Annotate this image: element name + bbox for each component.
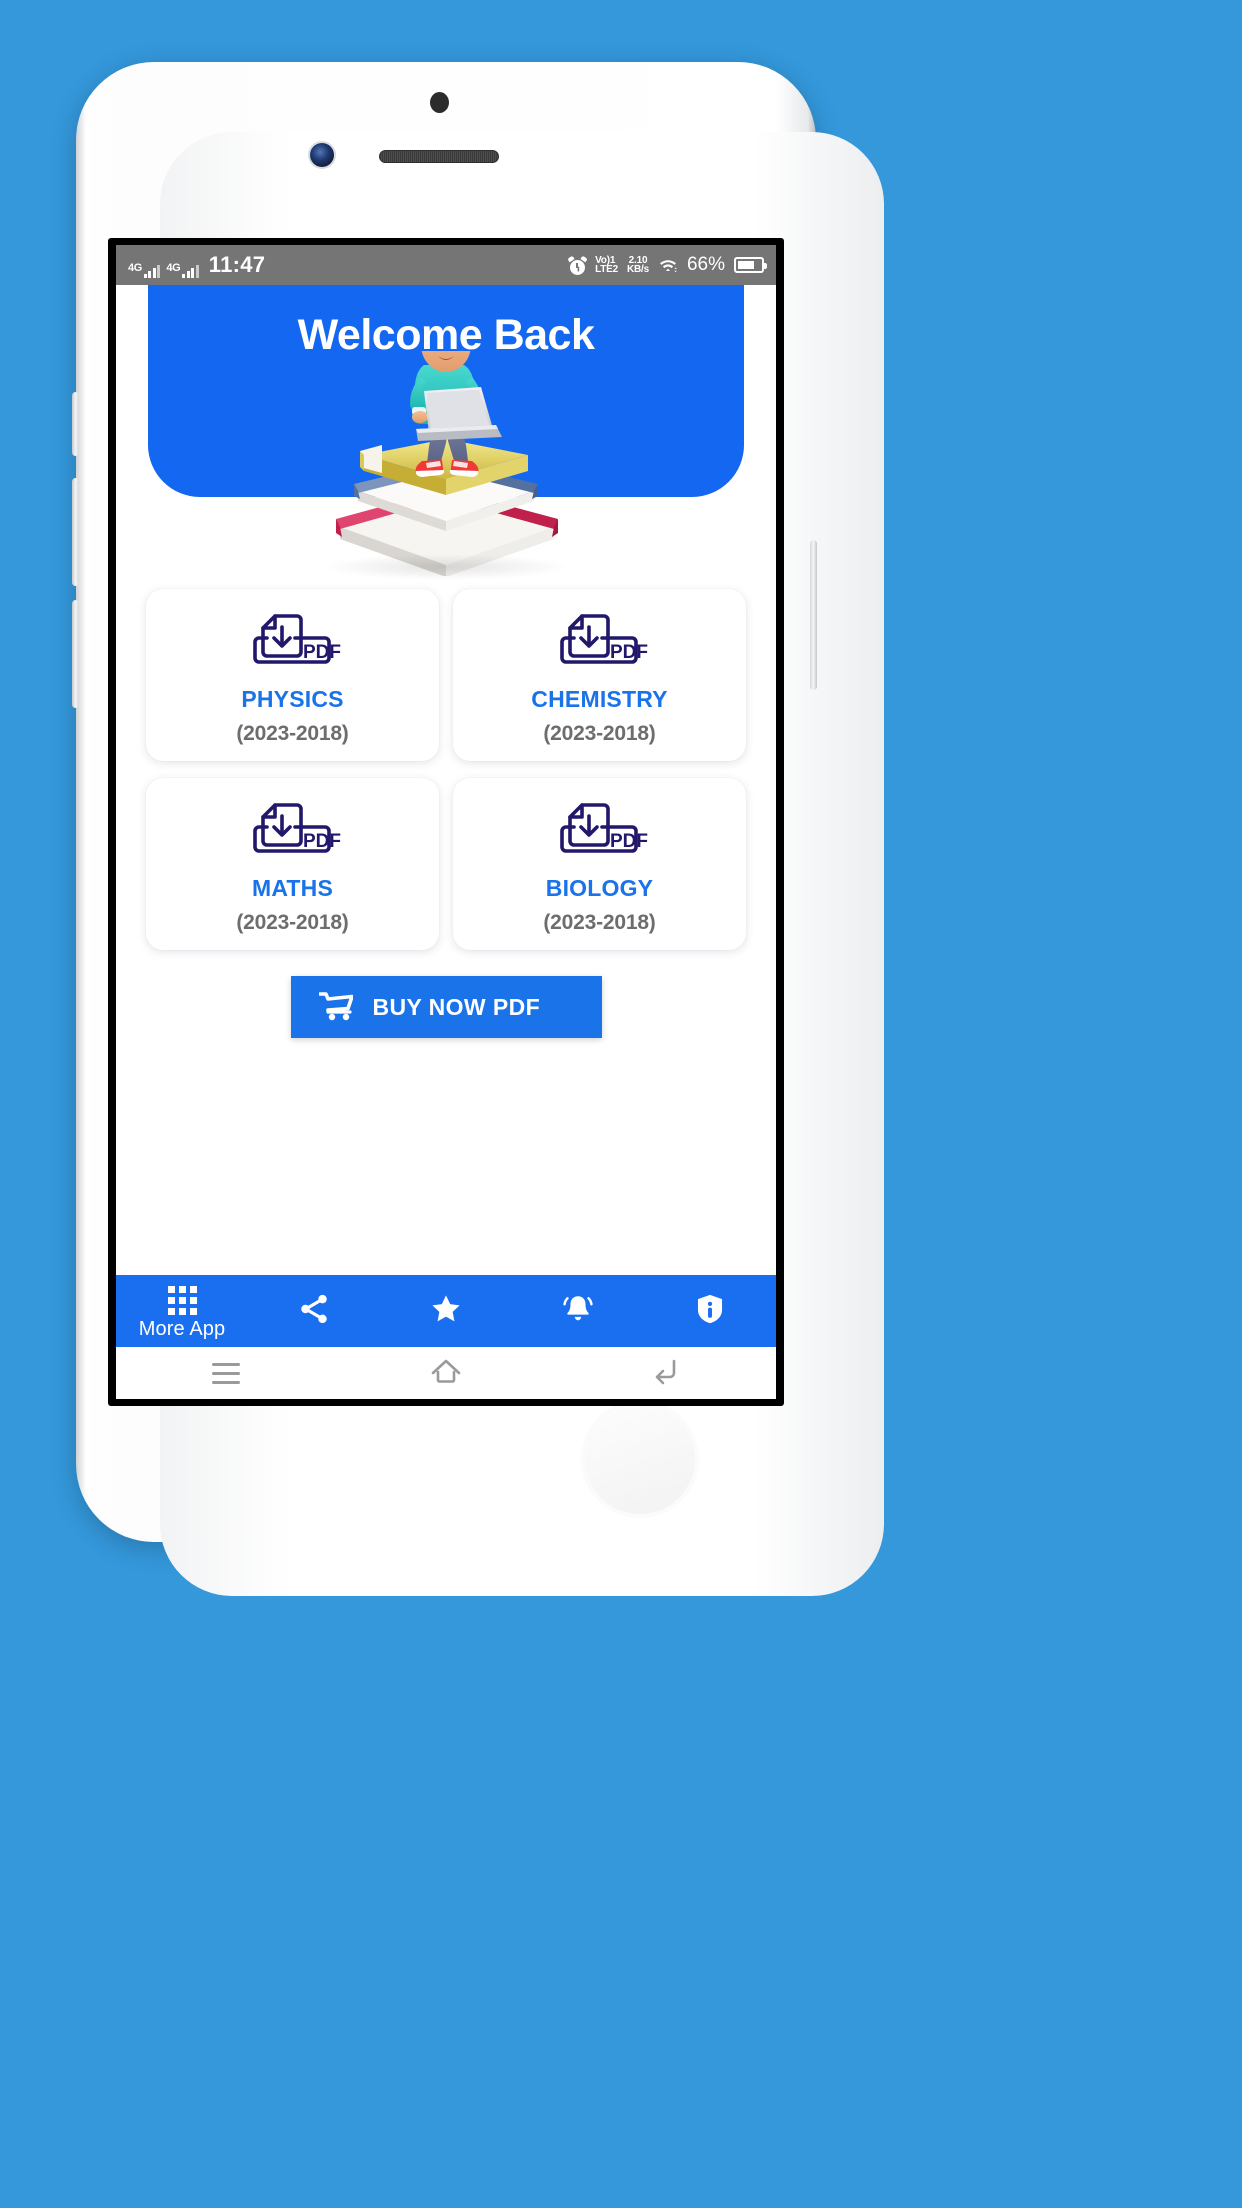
subject-title: BIOLOGY [545,875,654,901]
battery-percent-label: 66% [686,254,725,275]
phone-volume-down-button[interactable] [72,600,79,708]
signal-bars-icon-sim2 [182,265,199,278]
network-type-label-sim1: 4G [128,262,142,274]
status-bar: 4G 4G 11:47 Vo)1 LTE2 2.10 KB/s 66% [116,245,776,285]
status-bar-right: Vo)1 LTE2 2.10 KB/s 66% [567,254,767,276]
home-icon [429,1357,463,1390]
signal-indicator-sim1: 4G [128,262,161,278]
subject-card-physics[interactable]: PDF PHYSICS (2023-2018) [146,589,439,761]
pdf-download-icon: PDF [233,608,353,672]
phone-screen: 4G 4G 11:47 Vo)1 LTE2 2.10 KB/s 66% Welc… [116,245,776,1399]
signal-bars-icon-sim1 [143,265,161,278]
network-type-label-sim2: 4G [166,262,181,274]
subject-title: PHYSICS [241,686,344,712]
back-button[interactable] [556,1357,776,1390]
data-speed-indicator: 2.10 KB/s [626,254,649,275]
app-content: Welcome Back PDF PHYSICS (2023-2018) PDF… [116,285,776,1399]
wifi-icon [658,257,678,273]
screen-bezel: 4G 4G 11:47 Vo)1 LTE2 2.10 KB/s 66% Welc… [108,238,784,1406]
signal-indicator-sim2: 4G [166,262,199,278]
phone-volume-up-button[interactable] [72,478,79,586]
status-bar-clock: 11:47 [208,252,266,277]
nav-item-rate[interactable] [380,1275,512,1347]
notification-bell-icon [561,1292,595,1331]
shield-info-icon [693,1292,727,1331]
battery-icon [734,257,767,273]
subject-years: (2023-2018) [543,722,656,745]
phone-power-button[interactable] [810,540,817,690]
buy-now-pdf-button[interactable]: BUY NOW PDF [290,976,602,1038]
bottom-navigation-bar: More App [116,1275,776,1347]
home-button-inner [585,1404,695,1514]
back-icon [650,1357,682,1390]
volte-indicator: Vo)1 LTE2 [595,254,618,275]
subject-years: (2023-2018) [236,722,349,745]
buy-now-pdf-label: BUY NOW PDF [372,993,541,1020]
subject-title: CHEMISTRY [531,686,668,712]
subject-card-maths[interactable]: PDF MATHS (2023-2018) [146,778,439,950]
menu-recents-icon [212,1362,240,1384]
subject-card-chemistry[interactable]: PDF CHEMISTRY (2023-2018) [453,589,746,761]
home-button[interactable] [576,1395,704,1523]
proximity-sensor-icon [430,92,449,113]
phone-mute-switch[interactable] [72,392,79,456]
pdf-download-icon: PDF [233,797,353,861]
status-bar-left: 4G 4G 11:47 [128,252,265,278]
apps-grid-icon [167,1285,197,1315]
subject-card-grid: PDF PHYSICS (2023-2018) PDF CHEMISTRY (2… [116,583,776,950]
subject-years: (2023-2018) [236,911,349,934]
home-button-android[interactable] [336,1357,556,1390]
front-camera-icon [310,143,334,167]
shopping-cart-icon [317,991,354,1024]
nav-item-more-app[interactable]: More App [116,1275,248,1347]
hero-banner: Welcome Back [116,285,776,583]
pdf-download-icon: PDF [540,797,660,861]
nav-item-more-app-label: More App [138,1317,226,1340]
buy-now-section: BUY NOW PDF [116,950,776,1038]
nav-item-privacy-info[interactable] [644,1275,776,1347]
svg-text:PDF: PDF [303,642,341,663]
star-icon [429,1292,463,1331]
subject-card-biology[interactable]: PDF BIOLOGY (2023-2018) [453,778,746,950]
svg-text:PDF: PDF [610,831,648,852]
subject-title: MATHS [251,875,334,901]
svg-text:PDF: PDF [303,831,341,852]
alarm-icon [567,255,588,275]
earpiece-speaker [379,150,499,163]
android-system-navigation-bar [116,1347,776,1399]
nav-item-notifications[interactable] [512,1275,644,1347]
recents-button[interactable] [116,1362,336,1384]
student-illustration [296,315,596,580]
illustration-shadow [321,554,571,580]
svg-text:PDF: PDF [610,642,648,663]
nav-item-share[interactable] [248,1275,380,1347]
pdf-download-icon: PDF [540,608,660,672]
subject-years: (2023-2018) [543,911,656,934]
share-icon [297,1292,331,1331]
